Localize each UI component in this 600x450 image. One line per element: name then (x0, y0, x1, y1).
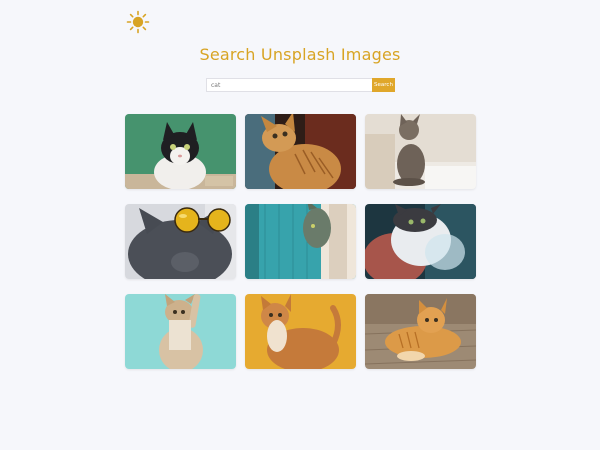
cat-image (365, 294, 476, 369)
cat-image (245, 114, 356, 189)
image-card[interactable] (245, 294, 356, 369)
image-card[interactable] (125, 114, 236, 189)
image-card[interactable] (125, 294, 236, 369)
image-card[interactable] (365, 204, 476, 279)
search-input[interactable] (206, 78, 372, 92)
search-bar: Search (206, 78, 395, 92)
page: Search Unsplash Images Search (0, 0, 600, 450)
cat-image (125, 294, 236, 369)
search-button[interactable]: Search (372, 78, 395, 92)
image-card[interactable] (245, 204, 356, 279)
cat-image (245, 294, 356, 369)
image-results-grid (125, 114, 476, 369)
cat-image (365, 204, 476, 279)
cat-image (125, 204, 236, 279)
cat-image (245, 204, 356, 279)
sun-icon[interactable] (126, 10, 150, 34)
cat-image (365, 114, 476, 189)
page-title: Search Unsplash Images (199, 45, 401, 64)
cat-image (125, 114, 236, 189)
image-card[interactable] (365, 294, 476, 369)
image-card[interactable] (365, 114, 476, 189)
image-card[interactable] (245, 114, 356, 189)
image-card[interactable] (125, 204, 236, 279)
